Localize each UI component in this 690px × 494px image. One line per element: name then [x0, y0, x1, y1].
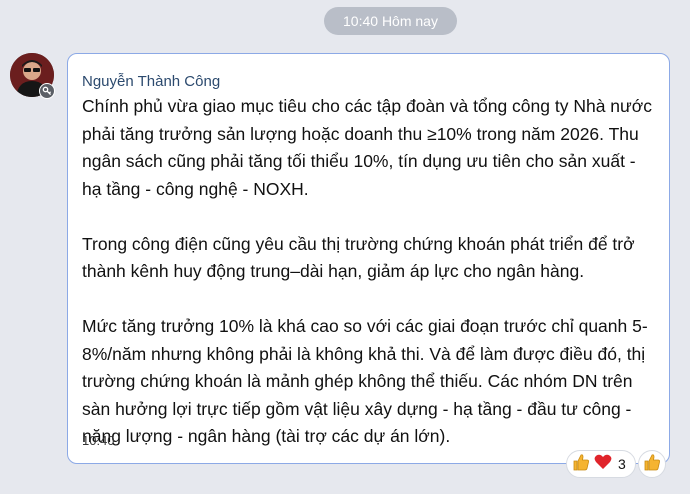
message-text: Chính phủ vừa giao mục tiêu cho các tập … [82, 93, 657, 451]
message-bubble[interactable]: Nguyễn Thành Công Chính phủ vừa giao mục… [67, 53, 670, 464]
heart-icon [593, 452, 613, 477]
message-paragraph: Mức tăng trưởng 10% là khá cao so với cá… [82, 316, 648, 446]
thumbs-up-icon [642, 452, 662, 477]
date-separator: 10:40 Hôm nay [324, 7, 457, 35]
message-paragraph: Trong công điện cũng yêu cầu thị trường … [82, 233, 635, 282]
reaction-count: 3 [618, 456, 626, 472]
key-icon [39, 83, 55, 99]
add-reaction-button[interactable] [638, 450, 666, 478]
sender-name[interactable]: Nguyễn Thành Công [82, 73, 220, 90]
reaction-summary[interactable]: 3 [566, 450, 636, 478]
message-paragraph: Chính phủ vừa giao mục tiêu cho các tập … [82, 96, 652, 199]
message-time: 10:40 [82, 433, 115, 448]
thumbs-up-icon [571, 452, 591, 477]
